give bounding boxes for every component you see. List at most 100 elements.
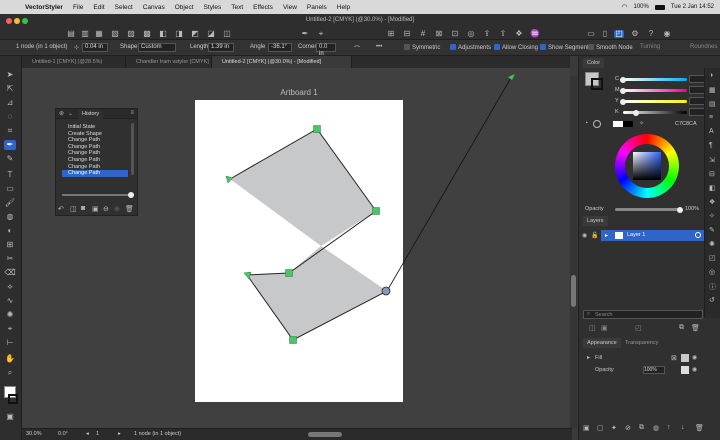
control-handle-point[interactable] xyxy=(507,73,516,81)
black-swatch[interactable] xyxy=(623,121,633,127)
history-item[interactable]: Change Path xyxy=(62,150,128,157)
white-swatch[interactable] xyxy=(613,121,623,127)
history-item[interactable]: Change Path xyxy=(62,157,128,164)
add-fill-icon[interactable]: ▣ xyxy=(583,424,590,432)
panel-menu-icon[interactable]: ≡ xyxy=(130,110,134,116)
fill-remove-icon[interactable]: ⊠ xyxy=(671,354,677,362)
strip-styles-icon[interactable]: ✧ xyxy=(709,212,715,220)
channel-c-knob[interactable] xyxy=(620,76,626,83)
add-stroke-icon[interactable]: ▢ xyxy=(597,424,604,432)
channel-c-slider[interactable] xyxy=(620,76,687,83)
channel-k-knob[interactable] xyxy=(633,109,639,116)
color-tab[interactable]: Color xyxy=(583,58,605,68)
new-sublayer-icon[interactable]: ▣ xyxy=(601,324,608,332)
strip-gradient-icon[interactable]: ▤ xyxy=(709,100,716,108)
strip-paragraph-icon[interactable]: ¶ xyxy=(709,142,713,149)
channel-y-slider[interactable] xyxy=(620,98,687,105)
color-picker-icon[interactable]: ✧ xyxy=(639,120,644,127)
channel-k-slider[interactable] xyxy=(623,109,687,116)
layer-name[interactable]: Layer 1 xyxy=(627,232,645,238)
fill-expand-icon[interactable]: ▸ xyxy=(587,354,590,361)
add-effect-icon[interactable]: ✦ xyxy=(611,424,617,432)
strip-transform-icon[interactable]: ⇲ xyxy=(709,156,715,164)
new-layer-icon[interactable]: ◫ xyxy=(589,324,596,332)
opacity-value[interactable]: 100% xyxy=(685,206,699,212)
strip-character-icon[interactable]: A xyxy=(709,128,714,135)
zoom-field[interactable]: 30.0% xyxy=(26,431,42,437)
canvas-horizontal-thumb[interactable] xyxy=(308,432,342,437)
trash-icon[interactable]: 🗑 xyxy=(125,205,134,213)
appearance-opacity-field[interactable]: 100% xyxy=(643,366,665,374)
path-node[interactable] xyxy=(372,207,380,215)
opacity-knob[interactable] xyxy=(677,206,683,213)
plus-icon[interactable]: ⊕ xyxy=(114,205,120,213)
channel-y-knob[interactable] xyxy=(620,98,626,105)
expand-arrow-icon[interactable]: ▸ xyxy=(605,232,608,239)
reduce-appearance-icon[interactable]: ◍ xyxy=(653,424,659,432)
minus-icon[interactable]: ⊖ xyxy=(103,205,109,213)
path-node[interactable] xyxy=(289,336,297,344)
move-down-icon[interactable]: ↓ xyxy=(681,424,685,431)
path-node[interactable] xyxy=(313,125,321,133)
page-field[interactable]: 1 xyxy=(96,431,99,437)
canvas-vertical-scrollbar[interactable] xyxy=(570,76,577,428)
strip-align-icon[interactable]: ⊟ xyxy=(709,170,715,178)
path-node[interactable] xyxy=(285,269,293,277)
duplicate-layer-icon[interactable]: ⧉ xyxy=(679,324,684,332)
strip-color-icon[interactable]: ◑ xyxy=(709,72,713,79)
history-item[interactable]: Initial State xyxy=(62,124,128,131)
fill-swatch[interactable] xyxy=(681,354,689,362)
strip-effects-icon[interactable]: ✺ xyxy=(709,240,715,248)
path-fill-shape[interactable] xyxy=(230,129,387,340)
fill-visibility-icon[interactable]: ◉ xyxy=(692,354,697,361)
opacity-slider[interactable] xyxy=(615,206,683,213)
opacity-visibility-icon[interactable]: ◉ xyxy=(692,366,697,373)
color-saturation-square[interactable] xyxy=(633,152,661,180)
color-mode-icon[interactable]: ◔ xyxy=(584,120,588,127)
panel-close-icon[interactable]: ⊗ xyxy=(59,110,64,117)
strip-history-icon[interactable]: ↺ xyxy=(709,296,715,304)
strip-stroke-icon[interactable]: ≡ xyxy=(709,114,713,121)
strip-navigator-icon[interactable]: ◎ xyxy=(709,268,715,276)
color-wheel[interactable] xyxy=(615,134,679,198)
layers-tab[interactable]: Layers xyxy=(583,216,608,226)
history-slider-knob[interactable] xyxy=(128,192,134,198)
layer-options-icon[interactable]: ◰ xyxy=(635,324,642,332)
appearance-tab[interactable]: Appearance xyxy=(583,338,621,348)
image-icon[interactable]: ▣ xyxy=(92,205,99,213)
delete-layer-icon[interactable]: 🗑 xyxy=(691,324,700,332)
duplicate-appearance-icon[interactable]: ⧉ xyxy=(639,424,644,432)
clear-appearance-icon[interactable]: ⊘ xyxy=(625,424,631,432)
layers-search[interactable]: ⌕ Search xyxy=(583,310,703,319)
panel-collapse-icon[interactable]: ⌄ xyxy=(68,110,73,117)
eye-icon[interactable]: ◉ xyxy=(582,232,587,239)
strip-pathfinder-icon[interactable]: ◧ xyxy=(709,184,716,192)
next-page-icon[interactable]: ▸ xyxy=(118,431,121,437)
history-tab[interactable]: History xyxy=(78,110,104,119)
channel-m-knob[interactable] xyxy=(620,87,626,94)
strip-symbols-icon[interactable]: ❖ xyxy=(709,198,715,206)
history-item[interactable]: Change Path xyxy=(62,164,128,171)
selected-node[interactable] xyxy=(381,286,391,296)
none-color-icon[interactable] xyxy=(593,120,601,128)
strip-info-icon[interactable]: ⓘ xyxy=(709,282,716,292)
rotation-field[interactable]: 0.0° xyxy=(58,431,68,437)
camera-icon[interactable]: ◙ xyxy=(81,205,85,212)
history-item[interactable]: Create Shape xyxy=(62,131,128,138)
layer-row[interactable]: ▸ Layer 1 xyxy=(601,230,705,241)
history-item[interactable]: Change Path xyxy=(62,137,128,144)
history-scrollbar[interactable] xyxy=(131,123,134,175)
hex-value[interactable]: C7C8CA xyxy=(675,121,697,127)
strip-brushes-icon[interactable]: ✎ xyxy=(709,226,715,234)
channel-m-slider[interactable] xyxy=(620,87,687,94)
history-item-selected[interactable]: Change Path xyxy=(62,170,128,177)
canvas-vertical-thumb[interactable] xyxy=(571,275,576,307)
stroke-color-swatch[interactable] xyxy=(591,78,603,90)
history-slider[interactable] xyxy=(62,194,134,196)
delete-appearance-icon[interactable]: 🗑 xyxy=(695,424,704,432)
layer-target-icon[interactable] xyxy=(695,232,701,238)
undo-icon[interactable]: ↶ xyxy=(58,205,64,213)
strip-swatches-icon[interactable]: ▦ xyxy=(709,86,716,94)
strip-assets-icon[interactable]: ◰ xyxy=(709,254,716,262)
transparency-tab[interactable]: Transparency xyxy=(621,338,662,348)
